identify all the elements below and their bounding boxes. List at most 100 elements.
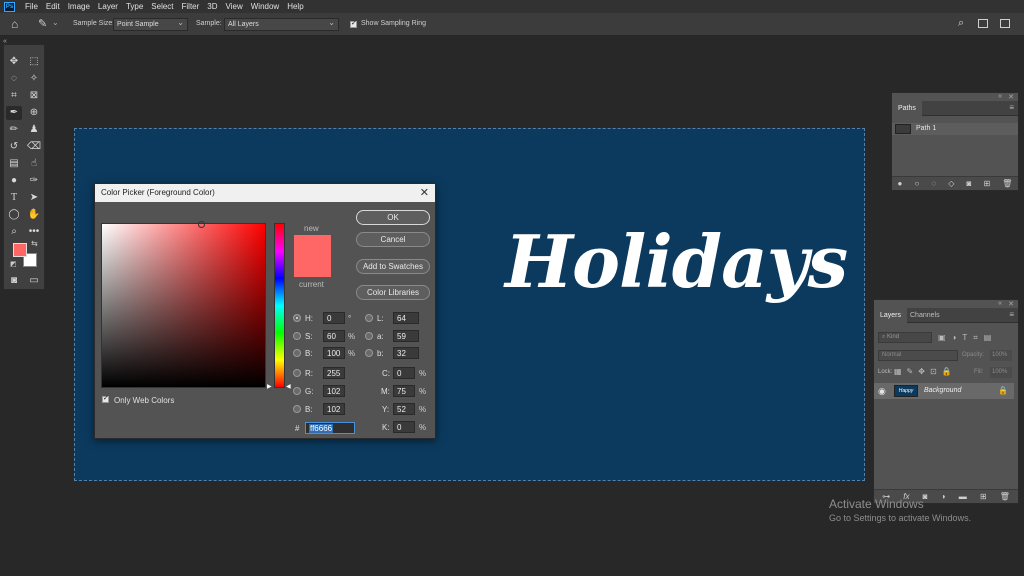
- new-group-icon[interactable]: ▬: [959, 492, 967, 501]
- menu-filter[interactable]: Filter: [178, 0, 204, 13]
- workspace-icon[interactable]: [978, 19, 988, 28]
- menu-image[interactable]: Image: [64, 0, 94, 13]
- dodge-tool-icon[interactable]: ●: [6, 174, 22, 188]
- color-field-cursor[interactable]: [198, 221, 205, 228]
- layer-name[interactable]: Background: [924, 387, 961, 394]
- brush-tool-icon[interactable]: ✏: [6, 123, 22, 137]
- panel-menu-icon[interactable]: ≡: [1009, 103, 1014, 112]
- black-input[interactable]: 0: [393, 421, 415, 433]
- hue-input[interactable]: 0: [323, 312, 345, 324]
- menu-window[interactable]: Window: [247, 0, 283, 13]
- default-colors-icon[interactable]: ◩: [10, 260, 17, 268]
- share-icon[interactable]: [1000, 19, 1010, 28]
- layer-lock-icon[interactable]: 🔒: [998, 386, 1008, 395]
- lasso-tool-icon[interactable]: ◌: [6, 72, 22, 86]
- cyan-input[interactable]: 0: [393, 367, 415, 379]
- quick-mask-icon[interactable]: ◙: [6, 274, 22, 288]
- layer-filter-icons[interactable]: ▣◑T⌗▤: [938, 333, 997, 343]
- layer-visibility-eye-icon[interactable]: ◉: [878, 386, 886, 397]
- lightness-radio[interactable]: [365, 314, 373, 322]
- lab-b-input[interactable]: 32: [393, 347, 419, 359]
- new-path-icon[interactable]: ⊞: [983, 179, 990, 188]
- cancel-button[interactable]: Cancel: [356, 232, 430, 247]
- menu-3d[interactable]: 3D: [203, 0, 221, 13]
- hex-input[interactable]: ff6666: [305, 422, 355, 434]
- brightness-radio[interactable]: [293, 349, 301, 357]
- hue-radio[interactable]: [293, 314, 301, 322]
- layer-kind-filter[interactable]: ⌕ Kind: [878, 332, 932, 343]
- gradient-tool-icon[interactable]: ▤: [6, 157, 22, 171]
- close-icon[interactable]: ✕: [420, 184, 429, 202]
- tab-channels[interactable]: Channels: [904, 308, 946, 323]
- tab-layers[interactable]: Layers: [874, 308, 908, 323]
- clone-stamp-tool-icon[interactable]: ♟: [26, 123, 42, 137]
- screen-mode-icon[interactable]: ▭: [26, 274, 42, 288]
- home-icon[interactable]: ⌂: [11, 17, 18, 31]
- sample-size-select[interactable]: Point Sample: [113, 18, 188, 31]
- hue-slider[interactable]: [274, 223, 285, 388]
- magenta-input[interactable]: 75: [393, 385, 415, 397]
- menu-help[interactable]: Help: [283, 0, 307, 13]
- a-radio[interactable]: [365, 332, 373, 340]
- stroke-path-icon[interactable]: ○: [914, 179, 919, 188]
- color-field[interactable]: [101, 221, 266, 388]
- close-panel-icon[interactable]: ✕: [1008, 93, 1014, 101]
- eraser-tool-icon[interactable]: ⌫: [26, 140, 42, 154]
- sample-select[interactable]: All Layers: [224, 18, 339, 31]
- red-input[interactable]: 255: [323, 367, 345, 379]
- green-input[interactable]: 102: [323, 385, 345, 397]
- collapse-panel-icon[interactable]: «: [998, 93, 1002, 100]
- frame-tool-icon[interactable]: ⊠: [26, 89, 42, 103]
- show-sampling-ring-checkbox[interactable]: [350, 19, 357, 28]
- close-layers-panel-icon[interactable]: ✕: [1008, 300, 1014, 308]
- saturation-input[interactable]: 60: [323, 330, 345, 342]
- red-radio[interactable]: [293, 369, 301, 377]
- eyedropper-tool-icon[interactable]: ✒: [6, 106, 22, 120]
- fill-path-icon[interactable]: ●: [898, 179, 903, 188]
- delete-layer-icon[interactable]: 🗑: [1000, 492, 1010, 501]
- new-layer-icon[interactable]: ⊞: [980, 492, 987, 501]
- swap-colors-icon[interactable]: ⇆: [31, 239, 38, 248]
- hand-tool-icon[interactable]: ✋: [26, 208, 42, 222]
- hue-slider-left-arrow-icon[interactable]: ▶: [267, 383, 272, 390]
- path-selection-tool-icon[interactable]: ➤: [26, 191, 42, 205]
- healing-brush-tool-icon[interactable]: ⊕: [26, 106, 42, 120]
- crop-tool-icon[interactable]: ⌗: [6, 89, 22, 103]
- collapse-layers-panel-icon[interactable]: «: [998, 300, 1002, 307]
- search-icon[interactable]: ⌕: [958, 17, 964, 30]
- foreground-color-swatch-front[interactable]: [13, 243, 27, 257]
- hue-slider-right-arrow-icon[interactable]: ◀: [286, 383, 291, 390]
- magic-wand-tool-icon[interactable]: ✧: [26, 72, 42, 86]
- make-work-path-icon[interactable]: ◇: [948, 179, 954, 188]
- fill-value[interactable]: 100%: [990, 367, 1012, 378]
- add-mask-icon[interactable]: ◙: [967, 179, 972, 188]
- delete-path-icon[interactable]: 🗑: [1002, 179, 1012, 188]
- zoom-tool-icon[interactable]: ⌕: [6, 225, 22, 239]
- ok-button[interactable]: OK: [356, 210, 430, 225]
- only-web-colors-checkbox[interactable]: [102, 394, 109, 403]
- lab-b-radio[interactable]: [365, 349, 373, 357]
- more-tools-icon[interactable]: •••: [26, 225, 42, 239]
- move-tool-icon[interactable]: ✥: [6, 55, 22, 69]
- load-selection-icon[interactable]: ◌: [931, 179, 936, 188]
- a-input[interactable]: 59: [393, 330, 419, 342]
- menu-layer[interactable]: Layer: [94, 0, 122, 13]
- history-brush-tool-icon[interactable]: ↺: [6, 140, 22, 154]
- blend-mode-select[interactable]: Normal: [878, 350, 958, 361]
- tab-paths[interactable]: Paths: [892, 101, 922, 116]
- pen-tool-icon[interactable]: ✑: [26, 174, 42, 188]
- blue-radio[interactable]: [293, 405, 301, 413]
- menu-view[interactable]: View: [222, 0, 247, 13]
- ellipse-tool-icon[interactable]: ◯: [6, 208, 22, 222]
- saturation-radio[interactable]: [293, 332, 301, 340]
- green-radio[interactable]: [293, 387, 301, 395]
- opacity-value[interactable]: 100%: [990, 350, 1012, 361]
- menu-type[interactable]: Type: [122, 0, 147, 13]
- adjustment-layer-icon[interactable]: ◑: [941, 492, 946, 501]
- eyedropper-preset-icon[interactable]: ✎: [38, 17, 47, 30]
- type-tool-icon[interactable]: T: [6, 191, 22, 205]
- path-row[interactable]: Path 1: [892, 123, 1018, 135]
- layers-panel-menu-icon[interactable]: ≡: [1009, 310, 1014, 319]
- blue-input[interactable]: 102: [323, 403, 345, 415]
- smudge-tool-icon[interactable]: ☝: [26, 157, 42, 171]
